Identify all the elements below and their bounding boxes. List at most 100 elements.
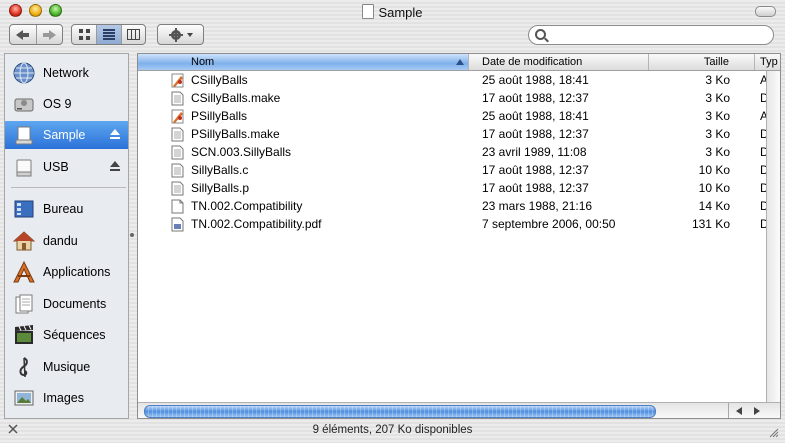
horizontal-scroll-thumb[interactable]	[144, 405, 656, 418]
sidebar-item-musique[interactable]: Musique	[5, 353, 128, 381]
file-name: TN.002.Compatibility	[191, 199, 303, 213]
table-row[interactable]: SillyBalls.c 17 août 1988, 12:37 10 Ko D	[138, 161, 769, 179]
vertical-scrollbar[interactable]	[766, 71, 780, 402]
scroll-right-arrow-icon[interactable]	[754, 407, 760, 415]
toolbar-toggle-button[interactable]	[755, 6, 776, 17]
documents-icon	[12, 292, 36, 316]
sidebar-item-label: Musique	[43, 360, 91, 374]
back-arrow-icon	[15, 29, 29, 40]
sidebar-item-bureau[interactable]: Bureau	[5, 195, 128, 223]
sidebar-item-os9[interactable]: OS 9	[5, 90, 128, 118]
icon-view-icon	[78, 29, 90, 40]
column-header-name[interactable]: Nom	[138, 54, 469, 70]
sidebar-item-documents[interactable]: Documents	[5, 290, 128, 318]
table-row[interactable]: PSillyBalls.make 17 août 1988, 12:37 3 Ko D	[138, 125, 769, 143]
file-size: 3 Ko	[705, 109, 730, 123]
column-header-date[interactable]: Date de modification	[469, 54, 649, 70]
column-header-label: Nom	[191, 56, 215, 68]
music-icon	[12, 355, 36, 379]
text-document-icon	[171, 145, 184, 160]
action-menu-button[interactable]	[157, 24, 204, 45]
window-title-text: Sample	[378, 5, 423, 20]
sidebar-item-dandu[interactable]: dandu	[5, 227, 128, 255]
sidebar-item-images[interactable]: Images	[5, 384, 128, 412]
file-name: SCN.003.SillyBalls	[191, 145, 292, 159]
table-row[interactable]: TN.002.Compatibility 23 mars 1988, 21:16 1…	[138, 197, 769, 215]
column-view-button[interactable]	[122, 25, 145, 44]
table-row[interactable]: CSillyBalls.make 17 août 1988, 12:37 3 Ko D	[138, 89, 769, 107]
file-date: 23 mars 1988, 21:16	[482, 199, 593, 213]
search-input[interactable]	[551, 27, 770, 45]
disk-image-icon	[362, 4, 375, 19]
file-size: 3 Ko	[705, 145, 730, 159]
file-size: 10 Ko	[698, 163, 730, 177]
blank-document-icon	[171, 199, 184, 214]
list-header: Nom Date de modification Taille Typ	[138, 54, 780, 71]
back-button[interactable]	[10, 25, 37, 44]
eject-icon[interactable]	[110, 161, 120, 171]
sidebar-item-label: Applications	[43, 265, 111, 279]
column-header-label: Date de modification	[482, 56, 583, 68]
file-date: 25 août 1988, 18:41	[482, 109, 589, 123]
file-name: SillyBalls.p	[191, 181, 250, 195]
title-bar: Sample	[0, 0, 785, 22]
sidebar-item-sample[interactable]: Sample	[5, 121, 128, 149]
application-icon	[171, 109, 184, 124]
resize-grip-icon[interactable]	[767, 426, 779, 438]
file-date: 25 août 1988, 18:41	[482, 73, 589, 87]
hard-disk-icon	[12, 92, 36, 116]
view-mode-control	[71, 24, 146, 45]
sidebar-splitter[interactable]	[129, 53, 137, 419]
file-size: 131 Ko	[691, 217, 730, 231]
file-name: PSillyBalls.make	[191, 127, 280, 141]
text-document-icon	[171, 127, 184, 142]
table-row[interactable]: CSillyBalls 25 août 1988, 18:41 3 Ko A	[138, 71, 768, 89]
file-name: CSillyBalls.make	[191, 91, 281, 105]
file-date: 17 août 1988, 12:37	[482, 127, 589, 141]
usb-drive-icon	[12, 155, 36, 179]
file-date: 17 août 1988, 12:37	[482, 91, 589, 105]
scroll-left-arrow-icon[interactable]	[736, 407, 742, 415]
sidebar-item-label: USB	[43, 160, 69, 174]
sidebar-item-applications[interactable]: Applications	[5, 258, 128, 286]
sidebar-item-network[interactable]: Network	[5, 59, 128, 87]
sidebar-item-sequences[interactable]: Séquences	[5, 321, 128, 349]
globe-icon	[12, 61, 36, 85]
search-field[interactable]	[528, 25, 774, 45]
sidebar-item-label: Bureau	[43, 202, 84, 216]
status-text: 9 éléments, 207 Ko disponibles	[312, 424, 473, 436]
file-name: CSillyBalls	[191, 73, 248, 87]
finder-window: Sample Network OS 9 Sample USB Bureau da…	[0, 0, 785, 443]
forward-button[interactable]	[37, 25, 62, 44]
sidebar-separator	[11, 187, 126, 188]
horizontal-scrollbar[interactable]	[138, 402, 780, 418]
icon-view-button[interactable]	[72, 25, 98, 44]
file-name: PSillyBalls	[191, 109, 248, 123]
table-row[interactable]: PSillyBalls 25 août 1988, 18:41 3 Ko A	[138, 107, 768, 125]
table-row[interactable]: TN.002.Compatibility.pdf 7 septembre 2006…	[138, 215, 769, 233]
table-row[interactable]: SCN.003.SillyBalls 23 avril 1989, 11:08 3 …	[138, 143, 769, 161]
pictures-icon	[12, 386, 36, 410]
file-size: 3 Ko	[705, 73, 730, 87]
file-date: 17 août 1988, 12:37	[482, 181, 589, 195]
disk-image-icon	[12, 123, 36, 147]
column-view-icon	[126, 29, 140, 40]
eject-icon[interactable]	[110, 129, 120, 139]
column-header-size[interactable]: Taille	[649, 54, 755, 70]
sidebar-item-label: Séquences	[43, 328, 106, 342]
sidebar-item-label: OS 9	[43, 97, 72, 111]
sidebar-item-label: Documents	[43, 297, 107, 311]
sidebar-item-label: Sample	[43, 128, 86, 142]
column-header-label: Typ	[760, 56, 778, 68]
gear-icon	[168, 27, 193, 42]
text-document-icon	[171, 181, 184, 196]
splitter-handle	[130, 233, 134, 237]
file-date: 23 avril 1989, 11:08	[482, 145, 587, 159]
sidebar-item-usb[interactable]: USB	[5, 153, 128, 181]
window-title: Sample	[0, 4, 785, 20]
search-icon	[535, 29, 546, 40]
column-header-kind[interactable]: Typ	[755, 54, 780, 70]
list-view-button[interactable]	[97, 25, 122, 44]
table-row[interactable]: SillyBalls.p 17 août 1988, 12:37 10 Ko D	[138, 179, 769, 197]
sort-ascending-icon	[456, 59, 464, 65]
